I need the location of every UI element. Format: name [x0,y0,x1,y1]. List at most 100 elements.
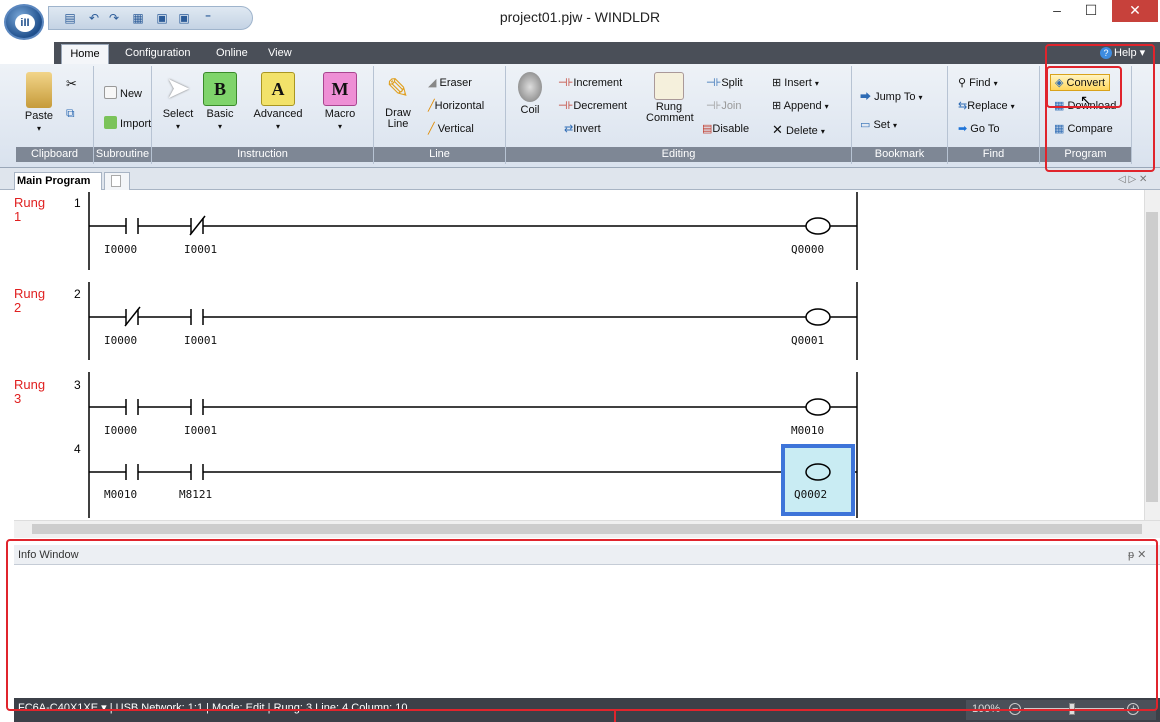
group-editing: Coil ⊣⊦Increment ⊣⊦Decrement ⇄Invert Run… [506,66,852,164]
info-window-pin-close[interactable]: ᵽ ✕ [1128,548,1146,561]
group-label-find: Find [948,147,1039,162]
insert-button[interactable]: ⊞ Insert ▾ [772,76,819,89]
macro-instruction-icon: M [323,72,357,106]
zoom-slider-thumb[interactable] [1069,703,1076,716]
app-logo-icon: iII [15,14,35,32]
maximize-button[interactable]: ☐ [1076,0,1106,22]
download-icon[interactable]: ▣ [177,11,191,25]
tab-main-program[interactable]: Main Program [14,172,102,190]
go-to-button[interactable]: ➡ Go To [958,122,999,135]
contact-operand[interactable]: M8121 [179,488,212,501]
horizontal-scrollbar-thumb[interactable] [32,524,1142,534]
draw-line-label: Draw Line [385,107,411,130]
compare-icon: ▦ [1054,123,1065,135]
redo-icon[interactable]: ↷ [107,11,121,25]
draw-line-button[interactable]: ✎ Draw Line [380,72,416,130]
delete-button[interactable]: ✕ Delete ▾ [772,122,825,138]
join-label: Join [721,100,742,112]
coil-operand[interactable]: Q0000 [791,243,824,256]
disable-button[interactable]: ▤Disable [702,122,749,135]
select-button[interactable]: ➤ Select ▾ [158,72,198,132]
tab-configuration[interactable]: Configuration [125,47,190,59]
help-icon: ? [1100,47,1112,59]
ladder-editor[interactable]: Rung 1 1 I0000 I0001 Q0000 Rung 2 2 I0000 … [14,190,1144,520]
vertical-line-button[interactable]: ╱ Vertical [428,122,474,135]
new-subroutine-button[interactable]: New [104,86,142,100]
line-number-1: 1 [74,196,81,210]
append-button[interactable]: ⊞ Append ▾ [772,99,829,112]
zoom-out-icon[interactable]: − [1009,703,1022,715]
compare-button[interactable]: ▦ Compare [1054,122,1113,135]
decrement-button[interactable]: ⊣⊦Decrement [558,99,627,112]
advanced-instruction-button[interactable]: A Advanced ▾ [250,72,306,132]
download-label: Download [1067,100,1117,112]
import-button[interactable]: Import [104,116,151,130]
line-number-3: 3 [74,378,81,392]
contact-operand[interactable]: I0000 [104,424,137,437]
help-button[interactable]: ? Help ▾ [1100,46,1145,59]
zoom-level: 100% [972,703,1001,715]
vertical-scrollbar-thumb[interactable] [1146,212,1158,502]
set-bookmark-button[interactable]: ▭ Set ▾ [860,118,897,131]
invert-button[interactable]: ⇄Invert [564,122,601,135]
tab-online[interactable]: Online [216,47,248,59]
group-label-editing: Editing [506,147,851,162]
horizontal-line-button[interactable]: ╱Horizontal [428,99,484,112]
paste-button[interactable]: Paste ▾ [22,72,56,134]
upload-icon[interactable]: ▣ [155,11,169,25]
split-button[interactable]: ⊣⊦Split [706,76,743,89]
zoom-in-icon[interactable]: + [1127,703,1140,715]
tab-view[interactable]: View [268,47,292,59]
coil-operand[interactable]: Q0001 [791,334,824,347]
tab-home[interactable]: Home [61,44,109,64]
group-label-bookmark: Bookmark [852,147,947,162]
compare-label: Compare [1067,123,1113,135]
replace-button[interactable]: ⇆Replace ▾ [958,99,1015,112]
zoom-control[interactable]: 100% − + [966,700,1156,720]
contact-operand[interactable]: M0010 [104,488,137,501]
monitor-icon[interactable]: ▦ [131,11,145,25]
join-icon: ⊣⊦ [706,100,722,112]
convert-button[interactable]: ◈ Convert [1050,74,1111,91]
eraser-button[interactable]: ◢ Eraser [428,76,472,89]
invert-label: Invert [573,123,601,135]
import-label: Import [120,118,152,130]
close-button[interactable]: ✕ [1112,0,1158,22]
jump-to-label: Jump To [874,91,916,103]
replace-icon: ⇆ [958,100,968,112]
increment-button[interactable]: ⊣⊦Increment [558,76,622,89]
zoom-slider[interactable] [1024,703,1125,716]
disable-label: Disable [712,123,750,135]
coil-operand[interactable]: M0010 [791,424,824,437]
basic-instruction-icon: B [203,72,237,106]
rung-comment-button[interactable]: Rung Comment [646,72,694,124]
macro-instruction-button[interactable]: M Macro ▾ [320,72,360,132]
contact-operand[interactable]: I0001 [184,424,217,437]
rung-label-1: Rung 1 [14,195,46,224]
quick-access-toolbar: ▤ ↶ ↷ ▦ ▣ ▣ ⁼ [48,6,253,30]
copy-icon[interactable]: ⧉ [66,106,75,121]
undo-icon[interactable]: ↶ [87,11,101,25]
replace-label: Replace [967,100,1008,112]
coil-button[interactable]: Coil [512,72,548,116]
cut-icon[interactable]: ✂ [66,76,77,92]
contact-operand[interactable]: I0001 [184,334,217,347]
jump-to-button[interactable]: ⮕ Jump To ▾ [860,88,923,104]
customize-qat-icon[interactable]: ⁼ [201,11,215,25]
coil-operand[interactable]: Q0002 [794,488,827,501]
go-to-label: Go To [970,123,1000,135]
jump-to-icon: ⮕ [860,91,871,103]
tab-navigation[interactable]: ◁ ▷ ✕ [1118,174,1147,185]
download-program-icon: ▦ [1054,100,1065,112]
basic-instruction-button[interactable]: B Basic ▾ [200,72,240,132]
new-tab-button[interactable] [104,172,130,190]
application-menu-button[interactable]: iII [4,4,44,40]
contact-operand[interactable]: I0000 [104,334,137,347]
find-button[interactable]: ⚲ Find ▾ [958,76,998,89]
contact-operand[interactable]: I0000 [104,243,137,256]
join-button[interactable]: ⊣⊦Join [706,99,742,112]
save-icon[interactable]: ▤ [63,11,77,25]
split-label: Split [721,77,743,89]
contact-operand[interactable]: I0001 [184,243,217,256]
minimize-button[interactable]: – [1042,0,1072,22]
